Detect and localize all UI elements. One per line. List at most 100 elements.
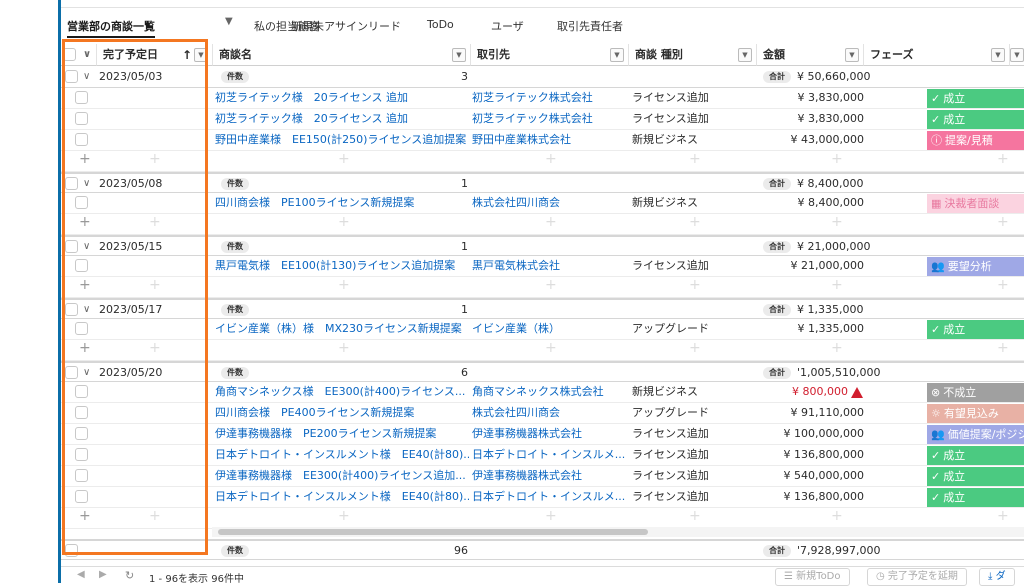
column-menu-icon[interactable]: ▼: [610, 48, 624, 62]
row-checkbox[interactable]: [75, 112, 88, 125]
prev-page-icon[interactable]: ◀: [77, 569, 85, 580]
chevron-down-icon[interactable]: ∨: [83, 174, 90, 194]
tab-users[interactable]: ユーザ: [491, 18, 524, 34]
add-row-icon[interactable]: +: [79, 151, 91, 167]
account-link[interactable]: 角商マシネックス株式会社: [472, 382, 628, 402]
new-todo-button[interactable]: ☰ 新規ToDo: [775, 568, 850, 586]
add-row-icon[interactable]: +: [79, 340, 91, 356]
tab-sales-deals[interactable]: 営業部の商談一覧: [67, 18, 155, 38]
select-all-checkbox[interactable]: [63, 48, 76, 61]
add-cell-icon[interactable]: +: [831, 508, 843, 524]
add-cell-icon[interactable]: +: [689, 508, 701, 524]
group-checkbox[interactable]: [65, 240, 78, 253]
row-checkbox[interactable]: [75, 469, 88, 482]
deal-name-link[interactable]: 初芝ライテック様 20ライセンス 追加: [215, 109, 469, 129]
account-link[interactable]: 株式会社四川商会: [472, 193, 628, 213]
chevron-down-icon[interactable]: ∨: [83, 363, 90, 383]
add-cell-icon[interactable]: +: [997, 508, 1009, 524]
group-checkbox[interactable]: [65, 366, 78, 379]
add-cell-icon[interactable]: +: [149, 340, 161, 356]
add-cell-icon[interactable]: +: [149, 151, 161, 167]
sort-ascending-icon[interactable]: ↑: [182, 44, 192, 66]
add-cell-icon[interactable]: +: [338, 508, 350, 524]
chevron-down-icon[interactable]: ∨: [83, 44, 91, 66]
add-cell-icon[interactable]: +: [149, 214, 161, 230]
column-menu-icon[interactable]: ▼: [991, 48, 1005, 62]
column-menu-icon[interactable]: ▼: [452, 48, 466, 62]
total-checkbox[interactable]: [65, 544, 78, 557]
account-link[interactable]: 株式会社四川商会: [472, 403, 628, 423]
deal-name-link[interactable]: 初芝ライテック様 20ライセンス 追加: [215, 88, 469, 108]
add-cell-icon[interactable]: +: [545, 151, 557, 167]
add-cell-icon[interactable]: +: [545, 340, 557, 356]
add-cell-icon[interactable]: +: [831, 214, 843, 230]
account-link[interactable]: 日本デトロイト・インスルメ...: [472, 487, 628, 507]
column-menu-icon[interactable]: ▼: [1010, 48, 1024, 62]
account-link[interactable]: 黒戸電気株式会社: [472, 256, 628, 276]
row-checkbox[interactable]: [75, 322, 88, 335]
add-cell-icon[interactable]: +: [338, 151, 350, 167]
account-link[interactable]: 伊達事務機器株式会社: [472, 424, 628, 444]
add-cell-icon[interactable]: +: [689, 340, 701, 356]
row-checkbox[interactable]: [75, 490, 88, 503]
account-link[interactable]: 初芝ライテック株式会社: [472, 88, 628, 108]
add-cell-icon[interactable]: +: [545, 508, 557, 524]
row-checkbox[interactable]: [75, 406, 88, 419]
column-menu-icon[interactable]: ▼: [845, 48, 859, 62]
deal-name-link[interactable]: 黒戸電気様 EE100(計130)ライセンス追加提案: [215, 256, 469, 276]
add-cell-icon[interactable]: +: [689, 214, 701, 230]
add-cell-icon[interactable]: +: [149, 508, 161, 524]
account-link[interactable]: 野田中産業株式会社: [472, 130, 628, 150]
add-cell-icon[interactable]: +: [997, 214, 1009, 230]
download-button[interactable]: ⤓ ダ: [979, 568, 1015, 586]
chevron-down-icon[interactable]: ∨: [83, 300, 90, 320]
tab-menu-caret-icon[interactable]: ▼: [225, 16, 233, 27]
account-link[interactable]: 日本デトロイト・インスルメ...: [472, 445, 628, 465]
row-checkbox[interactable]: [75, 91, 88, 104]
add-cell-icon[interactable]: +: [338, 214, 350, 230]
deal-name-link[interactable]: 四川商会様 PE400ライセンス新規提案: [215, 403, 469, 423]
row-checkbox[interactable]: [75, 427, 88, 440]
add-cell-icon[interactable]: +: [338, 340, 350, 356]
chevron-down-icon[interactable]: ∨: [83, 67, 90, 87]
add-cell-icon[interactable]: +: [689, 151, 701, 167]
column-menu-icon[interactable]: ▼: [194, 48, 208, 62]
extend-close-date-button[interactable]: ◷ 完了予定を延期: [867, 568, 967, 586]
account-link[interactable]: 伊達事務機器株式会社: [472, 466, 628, 486]
add-cell-icon[interactable]: +: [831, 151, 843, 167]
deal-name-link[interactable]: 日本デトロイト・インスルメント様 EE40(計80)...: [215, 445, 469, 465]
deal-name-link[interactable]: 伊達事務機器様 PE200ライセンス新規提案: [215, 424, 469, 444]
add-cell-icon[interactable]: +: [997, 277, 1009, 293]
group-checkbox[interactable]: [65, 177, 78, 190]
row-checkbox[interactable]: [75, 448, 88, 461]
header-amount[interactable]: 金額 ▼: [757, 44, 864, 66]
group-checkbox[interactable]: [65, 303, 78, 316]
add-cell-icon[interactable]: +: [338, 277, 350, 293]
header-deal-name[interactable]: 商談名 ▼: [213, 44, 471, 66]
header-complete-cut[interactable]: ▼: [1010, 44, 1024, 66]
chevron-down-icon[interactable]: ∨: [83, 237, 90, 257]
horizontal-scrollbar[interactable]: [218, 529, 648, 535]
add-cell-icon[interactable]: +: [149, 277, 161, 293]
add-row-icon[interactable]: +: [79, 508, 91, 524]
header-deal-type[interactable]: 商談 種別 ▼: [629, 44, 757, 66]
account-link[interactable]: イビン産業（株）: [472, 319, 628, 339]
add-row-icon[interactable]: +: [79, 277, 91, 293]
add-cell-icon[interactable]: +: [545, 277, 557, 293]
add-cell-icon[interactable]: +: [997, 151, 1009, 167]
add-cell-icon[interactable]: +: [997, 340, 1009, 356]
deal-name-link[interactable]: 角商マシネックス様 EE300(計400)ライセンス...: [215, 382, 469, 402]
add-cell-icon[interactable]: +: [545, 214, 557, 230]
deal-name-link[interactable]: 日本デトロイト・インスルメント様 EE40(計80)...: [215, 487, 469, 507]
header-close-date[interactable]: 完了予定日 ↑ ▼: [97, 44, 213, 66]
row-checkbox[interactable]: [75, 259, 88, 272]
row-checkbox[interactable]: [75, 196, 88, 209]
deal-name-link[interactable]: イビン産業（株）様 MX230ライセンス新規提案: [215, 319, 469, 339]
group-checkbox[interactable]: [65, 70, 78, 83]
account-link[interactable]: 初芝ライテック株式会社: [472, 109, 628, 129]
deal-name-link[interactable]: 野田中産業様 EE150(計250)ライセンス追加提案: [215, 130, 469, 150]
tab-contacts[interactable]: 取引先責任者: [557, 18, 623, 34]
deal-name-link[interactable]: 伊達事務機器様 EE300(計400)ライセンス追加...: [215, 466, 469, 486]
row-checkbox[interactable]: [75, 133, 88, 146]
add-cell-icon[interactable]: +: [689, 277, 701, 293]
